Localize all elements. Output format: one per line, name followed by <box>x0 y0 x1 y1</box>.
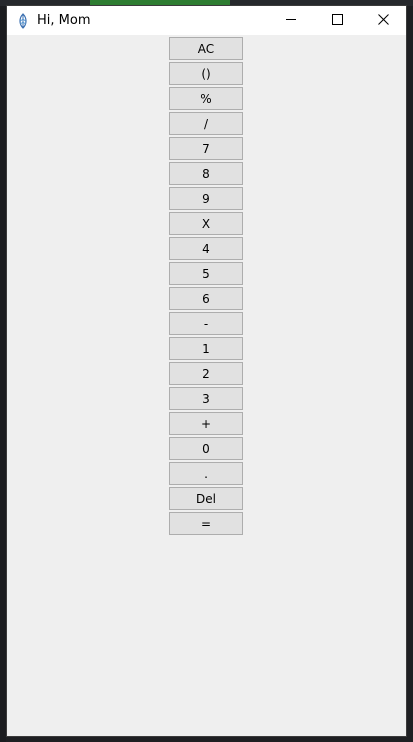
close-icon <box>377 12 389 30</box>
window-controls <box>268 6 406 35</box>
digit-0-button[interactable]: 0 <box>169 437 243 460</box>
maximize-button[interactable] <box>314 6 360 35</box>
title-bar[interactable]: Hi, Mom <box>7 6 406 35</box>
close-button[interactable] <box>360 6 406 35</box>
minimize-button[interactable] <box>268 6 314 35</box>
digit-4-button[interactable]: 4 <box>169 237 243 260</box>
divide-button[interactable]: / <box>169 112 243 135</box>
digit-6-button[interactable]: 6 <box>169 287 243 310</box>
feather-icon <box>15 12 31 29</box>
equals-button[interactable]: = <box>169 512 243 535</box>
subtract-button[interactable]: - <box>169 312 243 335</box>
maximize-icon <box>331 12 343 30</box>
button-column: AC () % / 7 8 9 X 4 5 6 - 1 2 3 + 0 . De… <box>169 37 243 537</box>
percent-button[interactable]: % <box>169 87 243 110</box>
digit-3-button[interactable]: 3 <box>169 387 243 410</box>
multiply-button[interactable]: X <box>169 212 243 235</box>
digit-7-button[interactable]: 7 <box>169 137 243 160</box>
digit-9-button[interactable]: 9 <box>169 187 243 210</box>
calculator-window: Hi, Mom AC () % / 7 8 9 X 4 5 6 - 1 2 3 … <box>6 5 407 737</box>
minimize-icon <box>285 12 297 30</box>
delete-button[interactable]: Del <box>169 487 243 510</box>
parentheses-button[interactable]: () <box>169 62 243 85</box>
calculator-body: AC () % / 7 8 9 X 4 5 6 - 1 2 3 + 0 . De… <box>7 35 406 736</box>
digit-1-button[interactable]: 1 <box>169 337 243 360</box>
digit-5-button[interactable]: 5 <box>169 262 243 285</box>
decimal-button[interactable]: . <box>169 462 243 485</box>
digit-8-button[interactable]: 8 <box>169 162 243 185</box>
window-title: Hi, Mom <box>37 13 91 28</box>
add-button[interactable]: + <box>169 412 243 435</box>
digit-2-button[interactable]: 2 <box>169 362 243 385</box>
all-clear-button[interactable]: AC <box>169 37 243 60</box>
